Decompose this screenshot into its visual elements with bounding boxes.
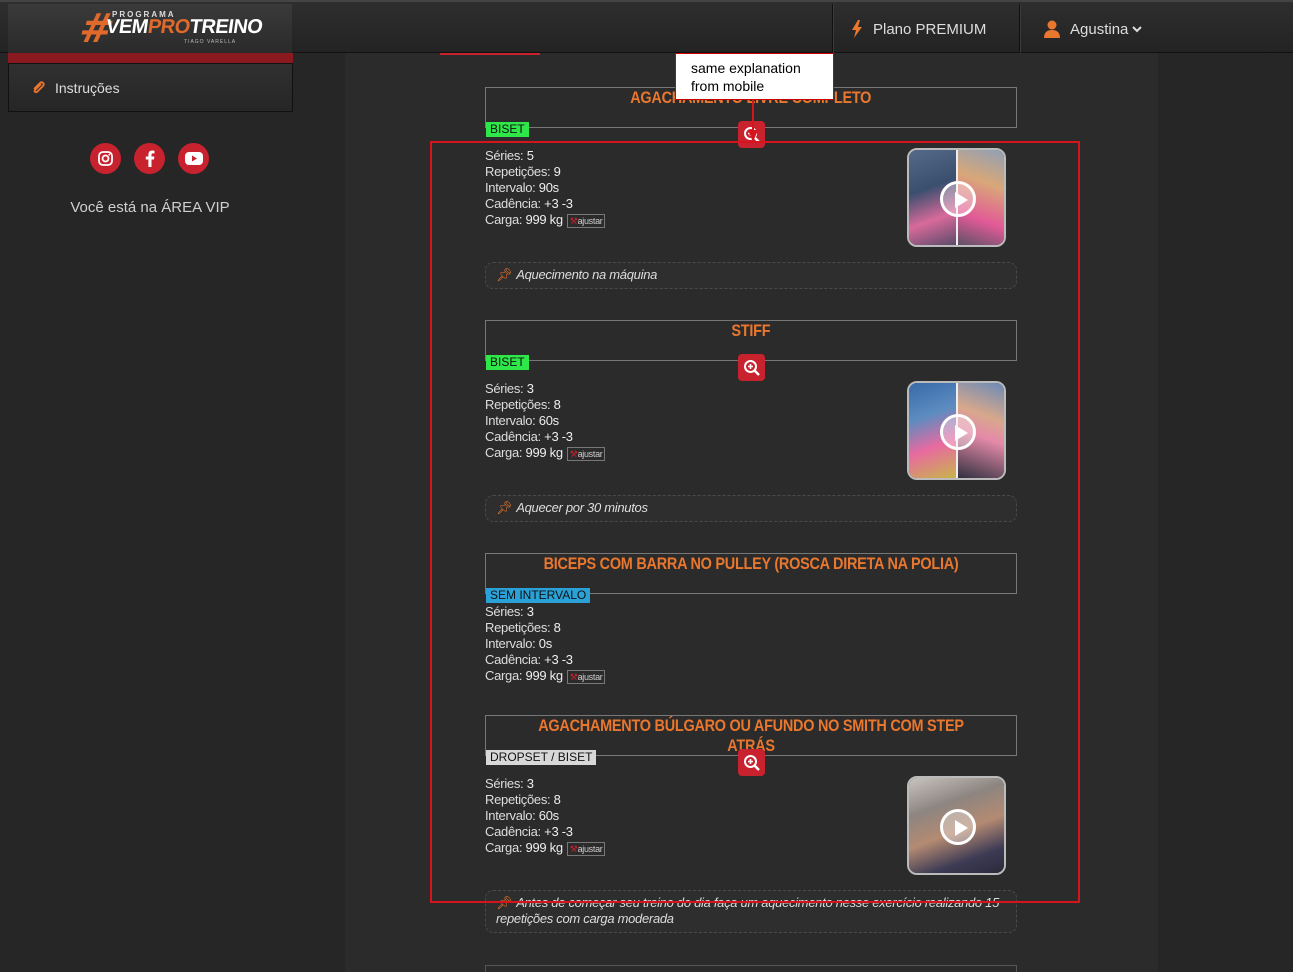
bolt-icon xyxy=(852,20,862,38)
sidebar-item-instrucoes[interactable]: Instruções xyxy=(8,63,293,112)
logo-sub-text: TIAGO VARELLA xyxy=(184,39,237,45)
vip-area-text: Você está na ÁREA VIP xyxy=(70,199,230,216)
sidebar-item-label: Instruções xyxy=(55,79,120,96)
exercise-tag: BISET xyxy=(486,122,529,137)
logo-main-text: VEMPROTREINO xyxy=(104,16,264,38)
sidebar-active-bar xyxy=(8,53,293,63)
chevron-down-icon xyxy=(1132,26,1143,33)
user-name: Agustina xyxy=(1070,20,1129,38)
annotation-arrow-icon xyxy=(748,100,758,142)
social-links xyxy=(90,143,209,174)
plan-label: Plano PREMIUM xyxy=(873,20,987,38)
annotation-callout: same explanation from mobile xyxy=(675,53,834,100)
user-icon xyxy=(1044,20,1060,38)
annotation-highlight-box xyxy=(430,141,1080,903)
logo[interactable]: # PROGRAMA VEMPROTREINO TIAGO VARELLA xyxy=(8,4,292,54)
user-menu-button[interactable]: Agustina xyxy=(1019,4,1293,54)
facebook-icon[interactable] xyxy=(134,143,165,174)
plan-premium-button[interactable]: Plano PREMIUM xyxy=(832,4,1019,54)
paperclip-icon xyxy=(33,80,45,93)
youtube-icon[interactable] xyxy=(178,143,209,174)
tab-accent-bar xyxy=(440,53,540,55)
next-exercise-title-edge xyxy=(485,965,1017,972)
top-navbar: # PROGRAMA VEMPROTREINO TIAGO VARELLA Pl… xyxy=(0,0,1293,54)
instagram-icon[interactable] xyxy=(90,143,121,174)
